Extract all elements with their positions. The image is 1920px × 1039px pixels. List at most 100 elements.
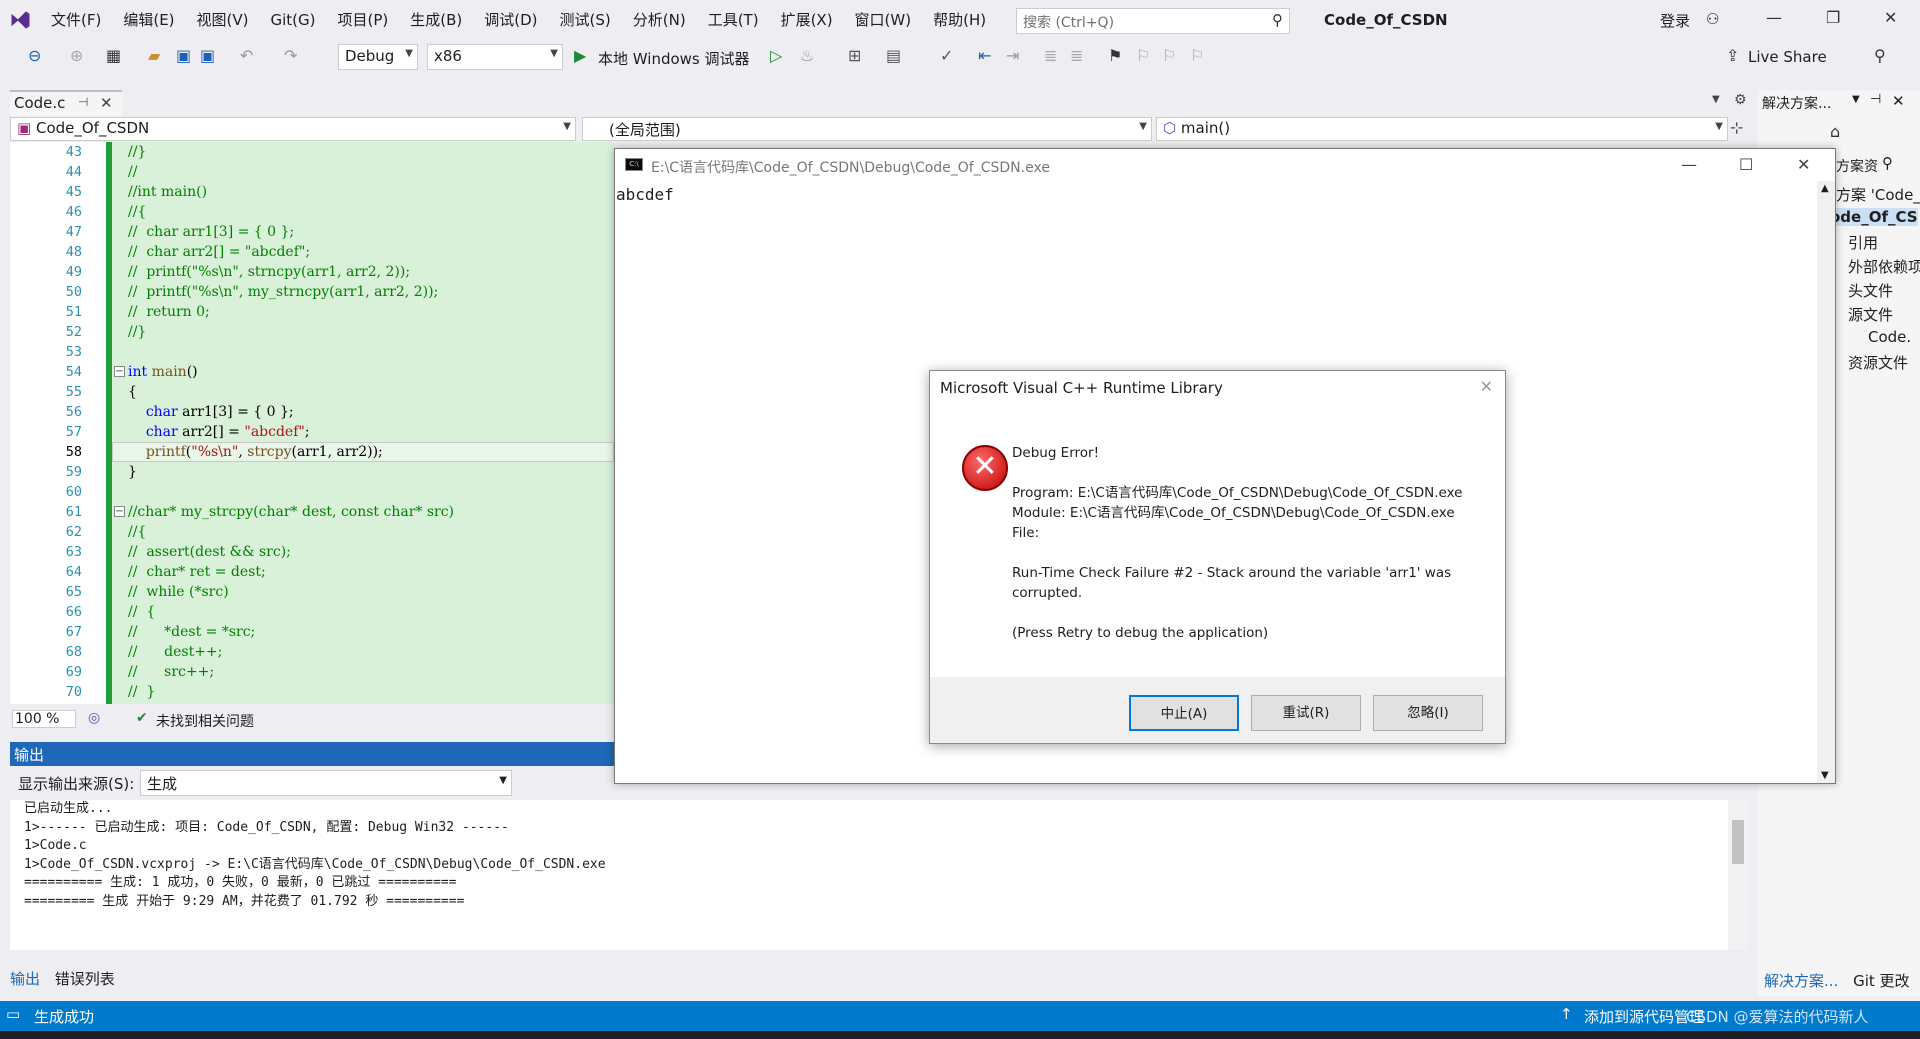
undo-icon[interactable]: ↶	[240, 46, 253, 65]
menu-analyze[interactable]: 分析(N)	[622, 0, 697, 40]
tab-code-c[interactable]: Code.c ⊣ ✕	[10, 90, 122, 116]
clear-bookmarks-icon[interactable]: ⚐	[1190, 46, 1204, 65]
menu-help[interactable]: 帮助(H)	[922, 0, 997, 40]
bookmark-icon[interactable]: ⚑	[1108, 46, 1122, 65]
feedback-icon[interactable]: ⚲	[1874, 46, 1886, 65]
issues-status[interactable]: 未找到相关问题	[156, 711, 254, 731]
member-nav-select[interactable]: ⬡ main() ▼	[1156, 117, 1728, 141]
indent-icon[interactable]: ≣	[1070, 46, 1083, 65]
forward-icon[interactable]: ⊕	[70, 46, 83, 65]
next-bookmark-icon[interactable]: ⚐	[1162, 46, 1176, 65]
layout-icon[interactable]: ▤	[886, 46, 901, 65]
menu-edit[interactable]: 编辑(E)	[112, 0, 185, 40]
pin-icon[interactable]: ⊣	[1870, 92, 1881, 107]
start-debug-icon[interactable]: ▶	[574, 46, 586, 65]
solution-search[interactable]: 方案资	[1836, 156, 1878, 176]
search-input[interactable]: 搜索 (Ctrl+Q) ⚲	[1016, 8, 1290, 34]
split-editor-icon[interactable]: ⊹	[1730, 118, 1743, 137]
login-link[interactable]: 登录	[1660, 10, 1690, 31]
project-nav-select[interactable]: ▣ Code_Of_CSDN ▼	[10, 117, 576, 141]
uncomment-icon[interactable]: ⇥	[1006, 46, 1019, 65]
menu-view[interactable]: 视图(V)	[186, 0, 260, 40]
hot-reload-icon[interactable]: ♨	[800, 46, 814, 65]
source-files-node[interactable]: 源文件	[1848, 304, 1893, 325]
line-number: 52	[65, 324, 82, 340]
outdent-icon[interactable]: ≣	[1044, 46, 1057, 65]
maximize-icon[interactable]: ☐	[1739, 155, 1753, 174]
pin-icon[interactable]: ⊣	[78, 95, 88, 109]
browse-icon[interactable]: ⊞	[848, 46, 861, 65]
menu-debug[interactable]: 调试(D)	[473, 0, 548, 40]
menu-project[interactable]: 项目(P)	[327, 0, 400, 40]
start-without-debug-icon[interactable]: ▷	[770, 46, 782, 65]
output-scrollbar[interactable]	[1728, 800, 1748, 950]
code-line: //	[128, 164, 138, 180]
code-line: //{	[128, 524, 147, 540]
solution-node[interactable]: 方案 'Code_	[1836, 184, 1920, 205]
console-scrollbar[interactable]: ▲ ▼	[1817, 181, 1835, 783]
account-icon[interactable]: ⚇	[1706, 10, 1719, 28]
tab-git-changes[interactable]: Git 更改	[1853, 972, 1909, 990]
close-icon[interactable]: ✕	[1884, 8, 1897, 27]
prev-bookmark-icon[interactable]: ⚐	[1136, 46, 1150, 65]
abort-button[interactable]: 中止(A)	[1129, 695, 1239, 731]
tab-output[interactable]: 输出	[10, 970, 40, 988]
scope-nav-select[interactable]: (全局范围) ▼	[582, 117, 1152, 141]
header-files-node[interactable]: 头文件	[1848, 280, 1893, 301]
settings-icon[interactable]: ⚙	[1734, 92, 1747, 108]
fold-toggle[interactable]: −	[114, 366, 125, 377]
menu-test[interactable]: 测试(S)	[549, 0, 622, 40]
line-number: 44	[65, 164, 82, 180]
open-folder-icon[interactable]: ▰	[148, 46, 160, 65]
menu-build[interactable]: 生成(B)	[399, 0, 473, 40]
scroll-up-icon[interactable]: ▲	[1821, 183, 1829, 194]
chevron-down-icon[interactable]: ▼	[1852, 94, 1860, 105]
tab-solution-explorer[interactable]: 解决方案...	[1764, 972, 1838, 990]
restore-icon[interactable]: ❐	[1826, 8, 1840, 27]
live-share-icon[interactable]: ⇪	[1726, 46, 1739, 65]
minimize-icon[interactable]: —	[1766, 8, 1782, 27]
references-node[interactable]: 引用	[1848, 232, 1878, 253]
close-icon[interactable]: ✕	[1797, 155, 1810, 174]
notification-icon[interactable]: ▭	[6, 1005, 20, 1023]
ignore-button[interactable]: 忽略(I)	[1373, 695, 1483, 731]
home-icon[interactable]: ⌂	[1830, 122, 1840, 141]
menu-extensions[interactable]: 扩展(X)	[770, 0, 844, 40]
close-icon[interactable]: ✕	[1892, 92, 1905, 110]
code-file-node[interactable]: Code.	[1868, 328, 1911, 346]
retry-button[interactable]: 重试(R)	[1251, 695, 1361, 731]
scroll-down-icon[interactable]: ▼	[1821, 770, 1829, 781]
save-icon[interactable]: ▣	[176, 46, 191, 65]
spellcheck-icon[interactable]: ✓	[940, 46, 953, 65]
menu-window[interactable]: 窗口(W)	[844, 0, 923, 40]
external-deps-node[interactable]: 外部依赖项	[1848, 256, 1920, 277]
fold-toggle[interactable]: −	[114, 506, 125, 517]
code-line: // printf("%s\n", my_strncpy(arr1, arr2,…	[128, 284, 439, 300]
output-source-select[interactable]: 生成 ▼	[140, 770, 512, 796]
configuration-select[interactable]: Debug ▼	[338, 44, 418, 70]
close-icon[interactable]: ✕	[1480, 377, 1493, 396]
save-all-icon[interactable]: ▣	[200, 46, 215, 65]
new-project-icon[interactable]: ▦	[106, 46, 121, 65]
scroll-thumb[interactable]	[1732, 820, 1744, 864]
output-text[interactable]: 已启动生成... 1>------ 已启动生成: 项目: Code_Of_CSD…	[10, 800, 1748, 950]
menu-git[interactable]: Git(G)	[260, 0, 327, 40]
tab-error-list[interactable]: 错误列表	[55, 970, 115, 988]
platform-select[interactable]: x86 ▼	[427, 44, 563, 70]
menu-tools[interactable]: 工具(T)	[697, 0, 770, 40]
zoom-select[interactable]: 100 %	[12, 710, 77, 728]
live-share-button[interactable]: Live Share	[1748, 48, 1827, 66]
close-tab-icon[interactable]: ✕	[100, 94, 113, 112]
back-icon[interactable]: ⊖	[28, 46, 41, 65]
intellicode-icon[interactable]: ◎	[88, 710, 100, 726]
code-editor[interactable]: 43 44 45 46 47 48 49 50 51 52 53 54 55 56 57 58 59 60 61 62…	[10, 142, 614, 704]
project-node[interactable]: ode_Of_CS	[1830, 208, 1918, 226]
menu-file[interactable]: 文件(F)	[40, 0, 112, 40]
tab-list-icon[interactable]: ▼	[1712, 94, 1720, 105]
minimize-icon[interactable]: —	[1681, 155, 1697, 174]
start-debugger-button[interactable]: 本地 Windows 调试器	[598, 48, 750, 69]
redo-icon[interactable]: ↷	[284, 46, 297, 65]
resource-files-node[interactable]: 资源文件	[1848, 352, 1908, 373]
code-line: // while (*src)	[128, 584, 229, 600]
comment-icon[interactable]: ⇤	[978, 46, 991, 65]
